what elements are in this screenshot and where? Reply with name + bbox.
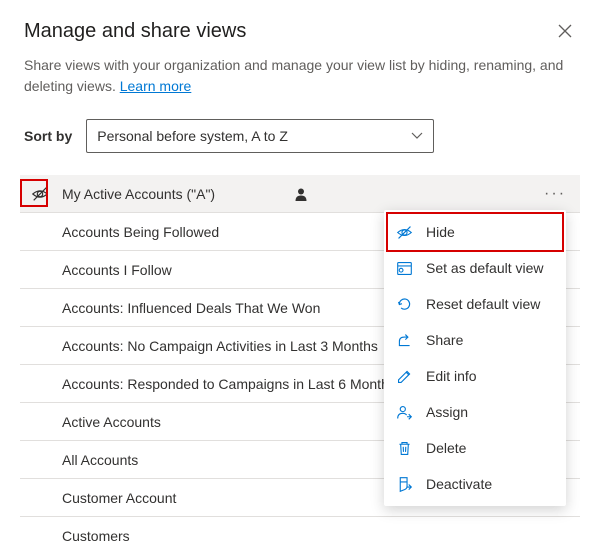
reset-icon bbox=[396, 296, 414, 313]
menu-item-edit[interactable]: Edit info bbox=[384, 358, 566, 394]
hide-icon bbox=[24, 185, 56, 203]
view-name: Customers bbox=[24, 528, 576, 544]
more-icon: ··· bbox=[544, 185, 566, 202]
panel-title: Manage and share views bbox=[24, 20, 246, 43]
menu-label: Delete bbox=[426, 440, 466, 456]
menu-item-delete[interactable]: Delete bbox=[384, 430, 566, 466]
delete-icon bbox=[396, 440, 414, 457]
menu-item-reset-default[interactable]: Reset default view bbox=[384, 286, 566, 322]
menu-label: Assign bbox=[426, 404, 468, 420]
edit-icon bbox=[396, 368, 414, 385]
menu-label: Edit info bbox=[426, 368, 477, 384]
chevron-down-icon bbox=[411, 132, 423, 140]
hide-icon bbox=[396, 224, 414, 241]
person-icon bbox=[294, 187, 308, 201]
menu-label: Set as default view bbox=[426, 260, 544, 276]
panel-subtitle: Share views with your organization and m… bbox=[24, 55, 576, 97]
view-name: My Active Accounts ("A") bbox=[56, 186, 288, 202]
view-row-current[interactable]: My Active Accounts ("A") ··· bbox=[20, 175, 580, 213]
menu-label: Hide bbox=[426, 224, 455, 240]
close-icon bbox=[558, 24, 572, 38]
more-actions-button[interactable]: ··· bbox=[534, 185, 576, 203]
menu-item-assign[interactable]: Assign bbox=[384, 394, 566, 430]
sort-dropdown[interactable]: Personal before system, A to Z bbox=[86, 119, 434, 153]
context-menu: Hide Set as default view Reset default v… bbox=[384, 210, 566, 506]
menu-item-set-default[interactable]: Set as default view bbox=[384, 250, 566, 286]
menu-label: Share bbox=[426, 332, 463, 348]
sort-by-label: Sort by bbox=[24, 128, 72, 144]
default-icon bbox=[396, 260, 414, 277]
subtitle-text: Share views with your organization and m… bbox=[24, 57, 563, 94]
menu-label: Reset default view bbox=[426, 296, 540, 312]
sort-selected-value: Personal before system, A to Z bbox=[97, 128, 288, 144]
menu-item-hide[interactable]: Hide bbox=[384, 214, 566, 250]
deactivate-icon bbox=[396, 476, 414, 493]
close-button[interactable] bbox=[554, 20, 576, 42]
menu-item-deactivate[interactable]: Deactivate bbox=[384, 466, 566, 502]
menu-label: Deactivate bbox=[426, 476, 492, 492]
learn-more-link[interactable]: Learn more bbox=[120, 78, 192, 94]
share-icon bbox=[396, 332, 414, 349]
menu-item-share[interactable]: Share bbox=[384, 322, 566, 358]
assign-icon bbox=[396, 404, 414, 421]
